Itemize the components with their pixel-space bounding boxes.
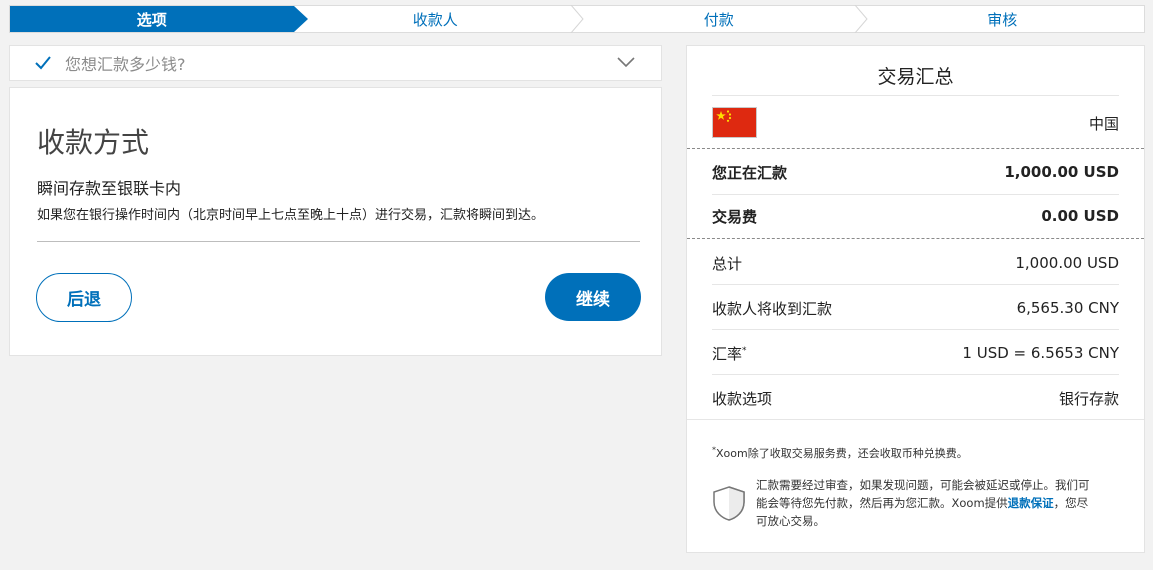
step-review[interactable]: 审核 bbox=[861, 6, 1145, 32]
amount-section-header[interactable]: 您想汇款多少钱? bbox=[9, 45, 662, 81]
fee-value: 0.00 USD bbox=[1041, 207, 1119, 225]
sending-amount-row: 您正在汇款 1,000.00 USD bbox=[712, 160, 1119, 184]
fee-row: 交易费 0.00 USD bbox=[712, 204, 1119, 228]
method-title: 收款方式 bbox=[37, 126, 150, 159]
dashed-divider bbox=[687, 238, 1144, 239]
recipient-receives-label: 收款人将收到汇款 bbox=[712, 299, 833, 318]
amount-section-label: 您想汇款多少钱? bbox=[65, 55, 186, 74]
summary-title: 交易汇总 bbox=[877, 66, 954, 88]
destination-country: 中国 bbox=[1088, 114, 1119, 133]
divider bbox=[712, 194, 1119, 195]
receive-option-label: 收款选项 bbox=[712, 389, 773, 408]
receiving-method-panel: 收款方式 瞬间存款至银联卡内 如果您在银行操作时间内（北京时间早上七点至晚上十点… bbox=[9, 87, 662, 356]
divider bbox=[712, 284, 1119, 285]
transaction-summary-panel: 交易汇总 中国 您正在汇款 1,000.00 USD 交易费 0.00 USD … bbox=[686, 45, 1145, 553]
recipient-receives-value: 6,565.30 CNY bbox=[1016, 299, 1119, 317]
fee-footnote: *Xoom除了收取交易服务费，还会收取币种兑换费。 bbox=[712, 445, 968, 460]
continue-button[interactable]: 继续 bbox=[545, 273, 641, 321]
divider bbox=[712, 329, 1119, 330]
refund-guarantee-link[interactable]: 退款保证 bbox=[1008, 496, 1054, 510]
refund-guarantee-text: 汇款需要经过审查，如果发现问题，可能会被延迟或停止。我们可能会等待您先付款，然后… bbox=[756, 478, 1090, 528]
check-icon bbox=[35, 56, 51, 70]
step-review-label: 审核 bbox=[987, 10, 1018, 29]
method-option-description: 如果您在银行操作时间内（北京时间早上七点至晚上十点）进行交易，汇款将瞬间到达。 bbox=[37, 208, 545, 223]
destination-country-row: 中国 bbox=[712, 112, 1119, 134]
total-label: 总计 bbox=[712, 254, 743, 273]
total-row: 总计 1,000.00 USD bbox=[712, 251, 1119, 275]
step-options-label: 选项 bbox=[136, 10, 167, 29]
back-button[interactable]: 后退 bbox=[36, 273, 132, 322]
chevron-down-icon[interactable] bbox=[617, 56, 635, 68]
method-option-title: 瞬间存款至银联卡内 bbox=[37, 179, 182, 198]
receive-option-value: 银行存款 bbox=[1058, 389, 1119, 408]
step-payment[interactable]: 付款 bbox=[577, 5, 868, 33]
exchange-rate-label: 汇率* bbox=[712, 344, 747, 363]
step-options[interactable]: 选项 bbox=[10, 6, 307, 32]
progress-stepper: 选项 收款人 付款 审核 bbox=[9, 5, 1145, 33]
divider bbox=[712, 374, 1119, 375]
sending-amount-label: 您正在汇款 bbox=[712, 163, 788, 182]
step-recipient[interactable]: 收款人 bbox=[294, 5, 584, 33]
exchange-rate-value: 1 USD = 6.5653 CNY bbox=[962, 344, 1119, 362]
step-payment-label: 付款 bbox=[703, 10, 734, 29]
receive-option-row: 收款选项 银行存款 bbox=[712, 386, 1119, 410]
step-recipient-label: 收款人 bbox=[412, 10, 458, 29]
divider bbox=[712, 95, 1119, 96]
sending-amount-value: 1,000.00 USD bbox=[1004, 163, 1119, 181]
recipient-receives-row: 收款人将收到汇款 6,565.30 CNY bbox=[712, 296, 1119, 320]
step-separator-icon bbox=[570, 5, 584, 33]
exchange-rate-row: 汇率* 1 USD = 6.5653 CNY bbox=[712, 341, 1119, 365]
step-separator-icon bbox=[854, 5, 868, 33]
fee-label: 交易费 bbox=[712, 207, 758, 226]
shield-icon bbox=[713, 486, 745, 521]
divider bbox=[687, 419, 1144, 420]
total-value: 1,000.00 USD bbox=[1015, 254, 1119, 272]
divider bbox=[37, 241, 640, 242]
dashed-divider bbox=[687, 148, 1144, 149]
